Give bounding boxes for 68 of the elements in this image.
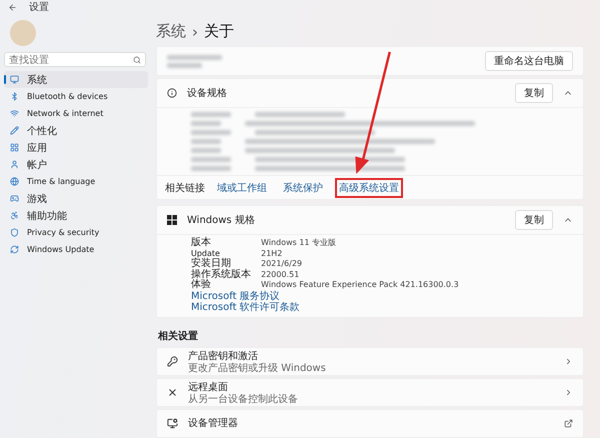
sidebar-item[interactable]: Windows Update (4, 241, 148, 258)
sidebar-item[interactable]: 游戏 (4, 190, 148, 207)
section-title: 设备规格 (187, 86, 227, 100)
settings-row[interactable]: 产品密钥和激活 更改产品密钥或升级 Windows (156, 346, 584, 376)
related-link[interactable]: 域或工作组 (213, 178, 271, 198)
spec-value: 2021/6/29 (261, 259, 304, 270)
sidebar-item[interactable]: Network & internet (4, 105, 148, 122)
grid-icon (10, 143, 19, 152)
chevron-right-icon (564, 356, 573, 366)
window-title: 设置 (29, 0, 49, 14)
agreement-link[interactable]: Microsoft 软件许可条款 (191, 302, 300, 312)
related-links-label: 相关链接 (165, 182, 205, 194)
external-link-icon (564, 418, 573, 428)
sidebar-item[interactable]: 应用 (4, 139, 148, 156)
gamepad-icon (10, 194, 19, 203)
search-field[interactable]: 查找设置 (4, 52, 146, 67)
section-title: Windows 规格 (187, 214, 255, 227)
spec-value: Windows Feature Experience Pack 421.16300.0.3 (261, 280, 460, 290)
shield-icon (10, 228, 19, 237)
related-link[interactable]: 系统保护 (279, 178, 327, 198)
settings-row[interactable]: 设备管理器 (156, 408, 584, 438)
sidebar-item[interactable]: 帐户 (4, 156, 148, 173)
key-icon (167, 356, 178, 366)
search-icon (133, 56, 141, 64)
related-link[interactable]: 高级系统设置 (335, 178, 403, 198)
section-heading: 相关设置 (158, 330, 199, 342)
sidebar-item[interactable]: 系统 (4, 71, 148, 88)
sidebar-item[interactable]: Privacy & security (4, 224, 148, 241)
copy-button[interactable]: 复制 (515, 83, 553, 103)
spec-label: 操作系统版本 (191, 270, 252, 280)
device-icon (167, 418, 178, 428)
setting-subtitle: 从另一台设备控制此设备 (188, 394, 298, 404)
back-icon[interactable] (8, 2, 17, 12)
setting-title: 设备管理器 (188, 417, 238, 430)
wifi-icon (10, 109, 19, 118)
spec-value: 21H2 (261, 248, 284, 259)
copy-button[interactable]: 复制 (515, 210, 553, 230)
monitor-icon (10, 75, 19, 84)
setting-title: 远程桌面 (188, 380, 229, 394)
windows-logo-icon (167, 215, 177, 225)
user-icon (10, 160, 19, 169)
globe-icon (10, 177, 19, 186)
spec-label: Update (191, 248, 221, 258)
accessibility-icon (10, 211, 19, 220)
avatar (10, 20, 36, 46)
settings-row[interactable]: 远程桌面 从另一台设备控制此设备 (156, 378, 584, 406)
refresh-icon (10, 245, 19, 254)
sidebar-item[interactable]: Bluetooth & devices (4, 88, 148, 105)
spec-value: Windows 11 专业版 (261, 238, 337, 248)
chevron-right-icon (564, 388, 573, 396)
agreement-link[interactable]: Microsoft 服务协议 (191, 291, 280, 302)
setting-title: 产品密钥和激活 (188, 350, 259, 362)
spec-value: 22000.51 (261, 270, 300, 280)
breadcrumb-separator: › (192, 22, 198, 40)
setting-subtitle: 更改产品密钥或升级 Windows (188, 362, 326, 374)
sidebar-item[interactable]: Time & language (4, 173, 148, 190)
pencil-icon (10, 126, 19, 135)
spec-label: 版本 (191, 238, 212, 248)
page-title: 关于 (204, 22, 234, 41)
info-icon (167, 88, 177, 98)
sidebar-item[interactable]: 个性化 (4, 122, 148, 139)
sidebar-item[interactable]: 辅助功能 (4, 207, 148, 224)
bluetooth-icon (10, 92, 19, 101)
spec-label: 体验 (191, 280, 212, 290)
rename-button[interactable]: 重命名这台电脑 (485, 51, 573, 71)
remote-icon (167, 386, 178, 398)
spec-label: 安装日期 (191, 259, 231, 269)
breadcrumb-link[interactable]: 系统 (156, 22, 186, 41)
